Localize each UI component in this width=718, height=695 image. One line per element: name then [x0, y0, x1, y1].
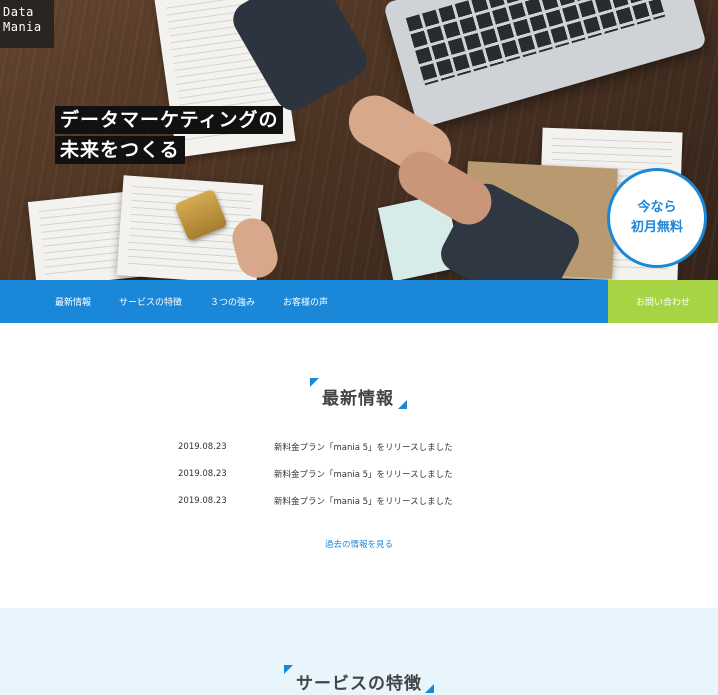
hero-image: Data Mania データマーケティングの 未来をつくる 今なら 初月無料 — [0, 0, 718, 280]
title-corner-top-left — [284, 665, 293, 674]
badge-line-2: 初月無料 — [630, 220, 683, 235]
site-logo[interactable]: Data Mania — [0, 0, 54, 48]
global-nav: 最新情報 サービスの特徴 ３つの強み お客様の声 お問い合わせ — [0, 280, 718, 323]
logo-line-1: Data — [3, 5, 34, 19]
title-corner-bottom-right — [398, 400, 407, 409]
news-row[interactable]: 2019.08.23 新料金プラン「mania 5」をリリースしました — [178, 460, 578, 487]
news-more-link[interactable]: 過去の情報を見る — [0, 538, 718, 550]
catch-line-1: データマーケティングの — [55, 106, 284, 134]
news-section-title: 最新情報 — [322, 389, 394, 409]
nav-items: 最新情報 サービスの特徴 ３つの強み お客様の声 — [55, 280, 356, 323]
news-title[interactable]: 新料金プラン「mania 5」をリリースしました — [274, 441, 453, 453]
title-corner-top-left — [310, 378, 319, 387]
news-title[interactable]: 新料金プラン「mania 5」をリリースしました — [274, 468, 453, 480]
news-row[interactable]: 2019.08.23 新料金プラン「mania 5」をリリースしました — [178, 487, 578, 514]
nav-item-voices[interactable]: お客様の声 — [283, 295, 328, 308]
free-trial-badge[interactable]: 今なら 初月無料 — [607, 168, 707, 268]
news-date: 2019.08.23 — [178, 468, 227, 479]
nav-item-strengths[interactable]: ３つの強み — [210, 295, 255, 308]
title-corner-bottom-right — [425, 684, 434, 693]
badge-line-1: 今なら — [637, 200, 677, 215]
news-title[interactable]: 新料金プラン「mania 5」をリリースしました — [274, 495, 453, 507]
news-date: 2019.08.23 — [178, 441, 227, 452]
hero-catch-copy: データマーケティングの 未来をつくる — [55, 106, 284, 166]
service-section-title: サービスの特徴 — [296, 674, 422, 694]
nav-item-features[interactable]: サービスの特徴 — [119, 295, 182, 308]
news-date: 2019.08.23 — [178, 495, 227, 506]
service-section: サービスの特徴 — [0, 608, 718, 695]
logo-line-2: Mania — [3, 20, 42, 34]
contact-button[interactable]: お問い合わせ — [608, 280, 718, 323]
nav-item-news[interactable]: 最新情報 — [55, 295, 91, 308]
catch-line-2: 未来をつくる — [55, 136, 185, 164]
news-list: 2019.08.23 新料金プラン「mania 5」をリリースしました 2019… — [178, 433, 578, 514]
news-row[interactable]: 2019.08.23 新料金プラン「mania 5」をリリースしました — [178, 433, 578, 460]
